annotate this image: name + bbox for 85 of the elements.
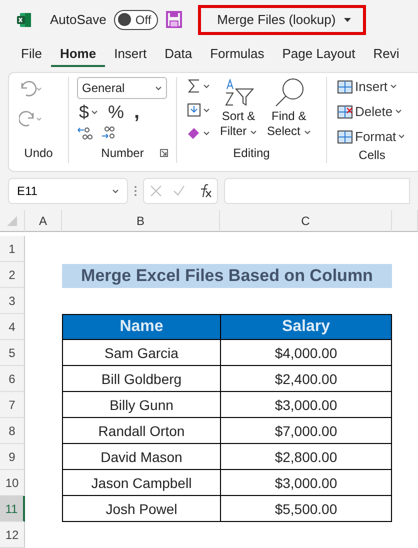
table-header-cell: Salary [220,314,392,340]
row-header[interactable]: 3 [0,288,25,314]
caret-icon [398,134,406,140]
more-icon [134,185,137,198]
autosave-label: AutoSave [50,12,106,28]
group-label: Editing [232,145,271,162]
row-header[interactable]: 11 [0,496,25,522]
document-title-button[interactable]: Merge Files (lookup) [198,4,366,35]
row-header[interactable]: 4 [0,314,25,340]
table-cell: $2,400.00 [220,366,392,392]
group-label: Number [77,143,168,164]
table-cell: $5,500.00 [220,496,392,522]
caret-icon [203,84,210,89]
table-cell: Josh Powel [62,496,221,522]
ribbon-tab[interactable]: Revi [364,42,408,68]
dialog-launcher-icon[interactable] [160,149,168,158]
table-cell: $7,000.00 [220,418,392,444]
table-cell: David Mason [62,444,221,470]
ribbon-tab[interactable]: Insert [105,42,156,68]
caret-icon [91,110,98,116]
cells-button[interactable]: Delete [335,102,408,122]
table-cell: $3,000.00 [220,392,392,418]
sheet-title: Merge Excel Files Based on Column [62,264,392,288]
ribbon-tab[interactable]: Formulas [201,42,274,68]
ribbon-tab[interactable]: Home [50,42,106,68]
table-grid-icon [337,80,353,94]
table-cell: $3,000.00 [220,470,392,496]
row-header[interactable]: 9 [0,444,25,470]
table-cell: Jason Campbell [62,470,221,496]
table-grid-icon [337,104,353,119]
group-label: Undo [23,145,54,162]
number-format-dropdown[interactable]: General [77,77,167,100]
caret-icon [250,130,258,136]
caret-icon [112,188,119,194]
caret-icon [304,130,311,136]
table-cell: Bill Goldberg [62,366,221,392]
row-header[interactable]: 6 [0,366,25,392]
group-label: Cells [358,146,386,164]
sort-filter-button[interactable]: Sort & Filter [218,77,260,144]
row-header[interactable]: 7 [0,392,25,418]
table-grid-icon [337,130,353,144]
ribbon-tab[interactable]: Page Layout [273,42,364,68]
row-header[interactable]: 8 [0,418,25,444]
column-header[interactable]: A [25,210,62,232]
down-arrow-box-icon [187,103,201,118]
eraser-icon [187,127,201,140]
decrease-decimal-icon[interactable] [101,126,117,140]
row-header[interactable]: 10 [0,470,25,496]
row-header[interactable]: 2 [0,262,25,288]
formula-field[interactable] [224,178,410,204]
caret-icon [203,130,210,136]
cells-button[interactable]: Format [335,127,408,146]
caret-icon [390,84,397,90]
caret-icon [203,108,210,113]
autosum-button[interactable] [185,77,212,96]
caret-icon [394,109,402,114]
row-header[interactable]: 5 [0,340,25,366]
checkmark-icon[interactable] [172,185,184,198]
currency-button[interactable]: $ [77,102,100,124]
find-select-button[interactable]: Find & Select [265,77,313,144]
cells-button[interactable]: Insert [335,77,408,96]
ribbon-tab[interactable]: Data [156,42,202,68]
table-cell: $4,000.00 [220,340,392,366]
fill-button[interactable] [185,101,212,120]
ribbon-tab[interactable]: File [12,42,51,68]
save-icon[interactable] [166,11,182,28]
table-cell: Billy Gunn [62,392,221,418]
excel-logo-icon[interactable] [16,12,32,28]
table-cell: $2,800.00 [220,444,392,470]
row-header[interactable]: 1 [0,236,25,262]
comma-style-button[interactable]: , [132,101,142,124]
caret-icon [344,18,351,22]
percent-button[interactable]: % [106,102,126,124]
sigma-icon [187,79,201,94]
table-cell: Sam Garcia [62,340,221,366]
autosave-toggle[interactable]: Off [114,10,158,30]
table-header-cell: Name [62,314,221,340]
increase-decimal-icon[interactable] [77,126,93,140]
caret-icon [155,86,162,91]
row-header[interactable]: 12 [0,522,25,548]
triangle-icon [7,216,17,226]
table-cell: Randall Orton [62,418,221,444]
name-box[interactable]: E11 [8,178,128,204]
column-header[interactable]: C [220,210,392,232]
column-header[interactable]: B [62,210,220,232]
